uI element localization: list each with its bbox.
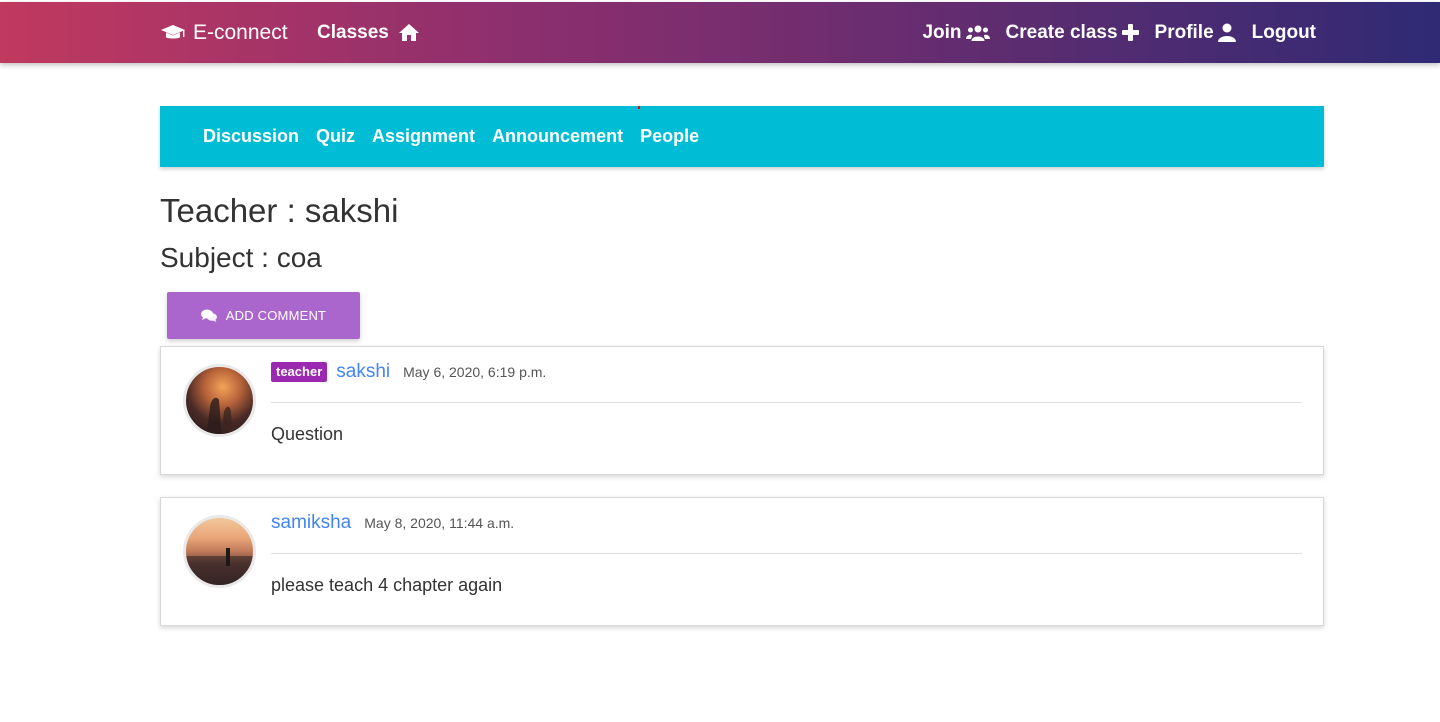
add-comment-button[interactable]: ADD COMMENT (167, 292, 360, 339)
classes-label: Classes (317, 21, 389, 43)
tab-quiz[interactable]: Quiz (316, 126, 355, 147)
comment-text: please teach 4 chapter again (271, 575, 503, 595)
user-icon (1217, 23, 1236, 42)
comment-date: May 8, 2020, 11:44 a.m. (364, 515, 515, 531)
marker-dot (638, 106, 640, 109)
brand-name: E-connect (193, 20, 288, 44)
comments-icon (200, 309, 217, 322)
add-comment-label: ADD COMMENT (225, 308, 327, 323)
avatar-photo (186, 548, 253, 585)
teacher-heading: Teacher : sakshi (160, 192, 399, 229)
tab-discussion[interactable]: Discussion (203, 126, 299, 147)
join-link[interactable]: Join (922, 21, 990, 44)
comment-header: teacher sakshi May 6, 2020, 6:19 p.m. (271, 361, 546, 383)
tab-announcement[interactable]: Announcement (492, 126, 623, 147)
avatar (183, 364, 256, 437)
profile-label: Profile (1154, 21, 1214, 43)
comment-date: May 6, 2020, 6:19 p.m. (403, 364, 547, 380)
comment-author[interactable]: samiksha (271, 512, 351, 534)
logout-label: Logout (1251, 21, 1316, 43)
comment-header: samiksha May 8, 2020, 11:44 a.m. (271, 512, 514, 534)
avatar (183, 515, 256, 588)
brand-link[interactable]: E-connect (160, 2, 288, 63)
subject-heading: Subject : coa (160, 242, 322, 273)
join-label: Join (922, 21, 962, 43)
graduation-cap-icon (161, 24, 185, 38)
comment-author[interactable]: sakshi (336, 361, 390, 383)
divider (271, 402, 1302, 403)
class-tabbar: Discussion Quiz Assignment Announcement … (160, 106, 1324, 167)
create-class-label: Create class (1005, 21, 1118, 43)
profile-link[interactable]: Profile (1155, 22, 1236, 44)
users-icon (965, 25, 990, 41)
nav-right-menu: Join Create class Profile Logout (922, 2, 1316, 63)
home-icon (398, 24, 419, 41)
classes-link[interactable]: Classes (317, 2, 420, 63)
divider (271, 553, 1302, 554)
teacher-badge: teacher (271, 362, 328, 382)
logout-link[interactable]: Logout (1252, 22, 1316, 44)
tab-assignment[interactable]: Assignment (372, 126, 475, 147)
create-class-link[interactable]: Create class (1006, 22, 1139, 44)
plus-icon (1121, 24, 1139, 41)
avatar-photo (206, 397, 233, 434)
tab-people[interactable]: People (640, 126, 699, 147)
comment-text: Question (271, 424, 344, 444)
top-navbar: E-connect Classes Join Create class Prof… (0, 2, 1440, 63)
comment-card: teacher sakshi May 6, 2020, 6:19 p.m. Qu… (160, 346, 1324, 475)
comment-card: samiksha May 8, 2020, 11:44 a.m. please … (160, 497, 1324, 626)
